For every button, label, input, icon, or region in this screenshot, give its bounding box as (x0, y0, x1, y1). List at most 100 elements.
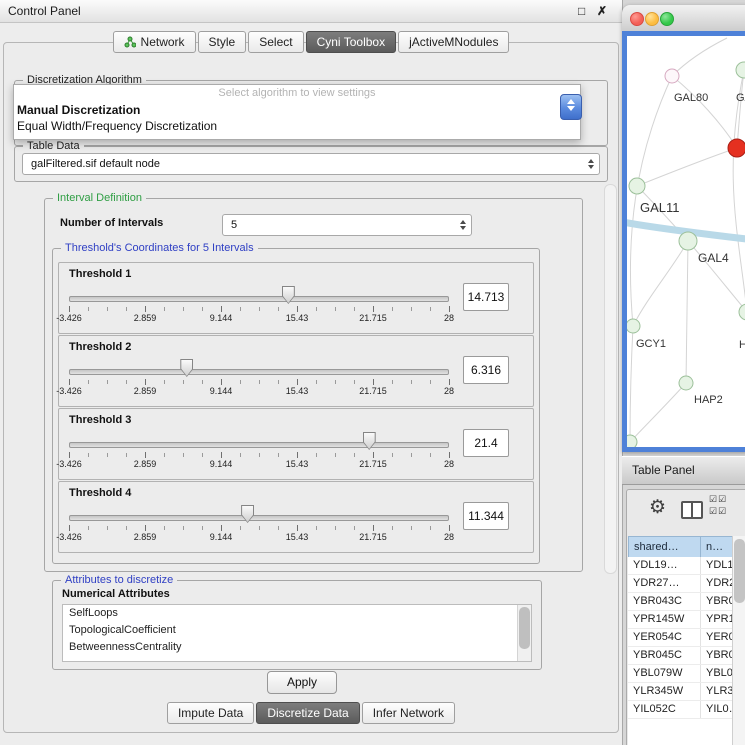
table-cell[interactable]: YIL052C (628, 701, 701, 718)
table-cell[interactable]: YER0… (701, 629, 733, 646)
tab-label: Select (259, 35, 292, 49)
network-node[interactable] (629, 178, 645, 194)
table-data-value: galFiltered.sif default node (31, 154, 160, 174)
slider-ticks (69, 453, 449, 457)
interval-definition-title: Interval Definition (53, 192, 146, 204)
threshold-value-field[interactable]: 6.316 (463, 356, 509, 384)
network-canvas[interactable]: GAL80GAGAL11GAL4GCY1HHAP2 (627, 36, 745, 447)
scale-label: -3.426 (56, 532, 82, 542)
tab-cyni-toolbox[interactable]: Cyni Toolbox (306, 31, 396, 53)
scale-label: 2.859 (134, 386, 157, 396)
select-columns-icon[interactable]: ☑☑ (709, 494, 727, 505)
table-row[interactable]: YLR345WYLR3… (628, 683, 733, 701)
tab-infer-network[interactable]: Infer Network (362, 702, 455, 724)
float-window-icon[interactable]: □ (578, 0, 585, 22)
network-node[interactable] (736, 62, 745, 78)
close-icon[interactable]: ✗ (597, 0, 607, 22)
table-cell[interactable]: YDL19… (628, 557, 701, 574)
attribute-item[interactable]: BetweennessCentrality (63, 639, 531, 656)
algorithm-placeholder: Select algorithm to view settings (14, 85, 580, 102)
threshold-value-field[interactable]: 11.344 (463, 502, 509, 530)
table-cell[interactable]: YBR0… (701, 593, 733, 610)
threshold-slider[interactable]: -3.4262.8599.14415.4321.71528 (69, 502, 449, 548)
column-header[interactable]: shared… (628, 536, 701, 559)
table-cell[interactable]: YPR145W (628, 611, 701, 628)
columns-icon[interactable] (681, 501, 703, 519)
network-icon (124, 36, 136, 48)
threshold-label: Threshold 4 (69, 487, 131, 499)
table-cell[interactable]: YER054C (628, 629, 701, 646)
network-node[interactable] (665, 69, 679, 83)
network-window-titlebar[interactable] (622, 5, 745, 32)
table-row[interactable]: YDR27…YDR2… (628, 575, 733, 593)
network-node[interactable] (679, 376, 693, 390)
mac-close-button[interactable] (630, 12, 644, 26)
tab-jactivemnodules[interactable]: jActiveMNodules (398, 31, 509, 53)
apply-button[interactable]: Apply (267, 671, 337, 694)
table-scrollbar[interactable] (732, 536, 745, 745)
mac-minimize-button[interactable] (645, 12, 659, 26)
table-cell[interactable]: YPR1… (701, 611, 733, 628)
table-row[interactable]: YBL079WYBL0… (628, 665, 733, 683)
threshold-value-field[interactable]: 21.4 (463, 429, 509, 457)
scale-label: -3.426 (56, 313, 82, 323)
threshold-slider[interactable]: -3.4262.8599.14415.4321.71528 (69, 429, 449, 475)
tab-discretize-data[interactable]: Discretize Data (256, 702, 359, 724)
slider-track[interactable] (69, 296, 449, 302)
select-rows-icon[interactable]: ☑☑ (709, 506, 727, 517)
table-cell[interactable]: YBR0… (701, 647, 733, 664)
table-row[interactable]: YBR043CYBR0… (628, 593, 733, 611)
table-cell[interactable]: YIL0… (701, 701, 733, 718)
table-header-row: shared…n… (628, 536, 733, 557)
scrollbar-thumb[interactable] (734, 539, 745, 603)
num-intervals-combo[interactable]: 5 (222, 214, 472, 236)
threshold-slider[interactable]: -3.4262.8599.14415.4321.71528 (69, 356, 449, 402)
attribute-item[interactable]: TopologicalCoefficient (63, 622, 531, 639)
table-cell[interactable]: YBR043C (628, 593, 701, 610)
algorithm-combo-stepper[interactable] (560, 94, 582, 120)
table-cell[interactable]: YDL1… (701, 557, 733, 574)
attribute-item[interactable]: SelfLoops (63, 605, 531, 622)
slider-track[interactable] (69, 369, 449, 375)
stepper-down-icon (567, 106, 575, 111)
tab-style[interactable]: Style (198, 31, 247, 53)
network-node[interactable] (739, 304, 745, 320)
table-cell[interactable]: YDR27… (628, 575, 701, 592)
algorithm-option[interactable]: Equal Width/Frequency Discretization (14, 118, 580, 134)
network-node[interactable] (728, 139, 745, 157)
table-row[interactable]: YER054CYER0… (628, 629, 733, 647)
scrollbar-thumb[interactable] (519, 607, 530, 649)
threshold-slider[interactable]: -3.4262.8599.14415.4321.71528 (69, 283, 449, 329)
scale-label: 9.144 (210, 313, 233, 323)
attributes-scrollbar[interactable] (517, 605, 531, 661)
tab-label: Style (209, 35, 236, 49)
algorithm-option-list: Manual DiscretizationEqual Width/Frequen… (14, 102, 580, 134)
algorithm-option[interactable]: Manual Discretization (14, 102, 580, 118)
table-cell[interactable]: YBR045C (628, 647, 701, 664)
table-cell[interactable]: YBL079W (628, 665, 701, 682)
table-row[interactable]: YDL19…YDL1… (628, 557, 733, 575)
slider-track[interactable] (69, 515, 449, 521)
table-data-combo[interactable]: galFiltered.sif default node (22, 153, 600, 175)
threshold-value-field[interactable]: 14.713 (463, 283, 509, 311)
attributes-list[interactable]: SelfLoopsTopologicalCoefficientBetweenne… (62, 604, 532, 662)
table-cell[interactable]: YBL0… (701, 665, 733, 682)
tab-select[interactable]: Select (248, 31, 303, 53)
slider-track[interactable] (69, 442, 449, 448)
settings-scrollbar[interactable] (604, 184, 617, 574)
gear-icon[interactable]: ⚙ (649, 496, 666, 519)
table-cell[interactable]: YDR2… (701, 575, 733, 592)
bottom-tab-bar: Impute Data Discretize Data Infer Networ… (0, 702, 622, 724)
column-header[interactable]: n… (701, 536, 733, 559)
table-row[interactable]: YIL052CYIL0… (628, 701, 733, 719)
tab-network[interactable]: Network (113, 31, 196, 53)
network-node[interactable] (679, 232, 697, 250)
table-row[interactable]: YPR145WYPR1… (628, 611, 733, 629)
table-cell[interactable]: YLR3… (701, 683, 733, 700)
table-cell[interactable]: YLR345W (628, 683, 701, 700)
mac-zoom-button[interactable] (660, 12, 674, 26)
network-node[interactable] (627, 319, 640, 333)
tab-impute-data[interactable]: Impute Data (167, 702, 254, 724)
table-row[interactable]: YBR045CYBR0… (628, 647, 733, 665)
scale-label: 15.43 (286, 459, 309, 469)
